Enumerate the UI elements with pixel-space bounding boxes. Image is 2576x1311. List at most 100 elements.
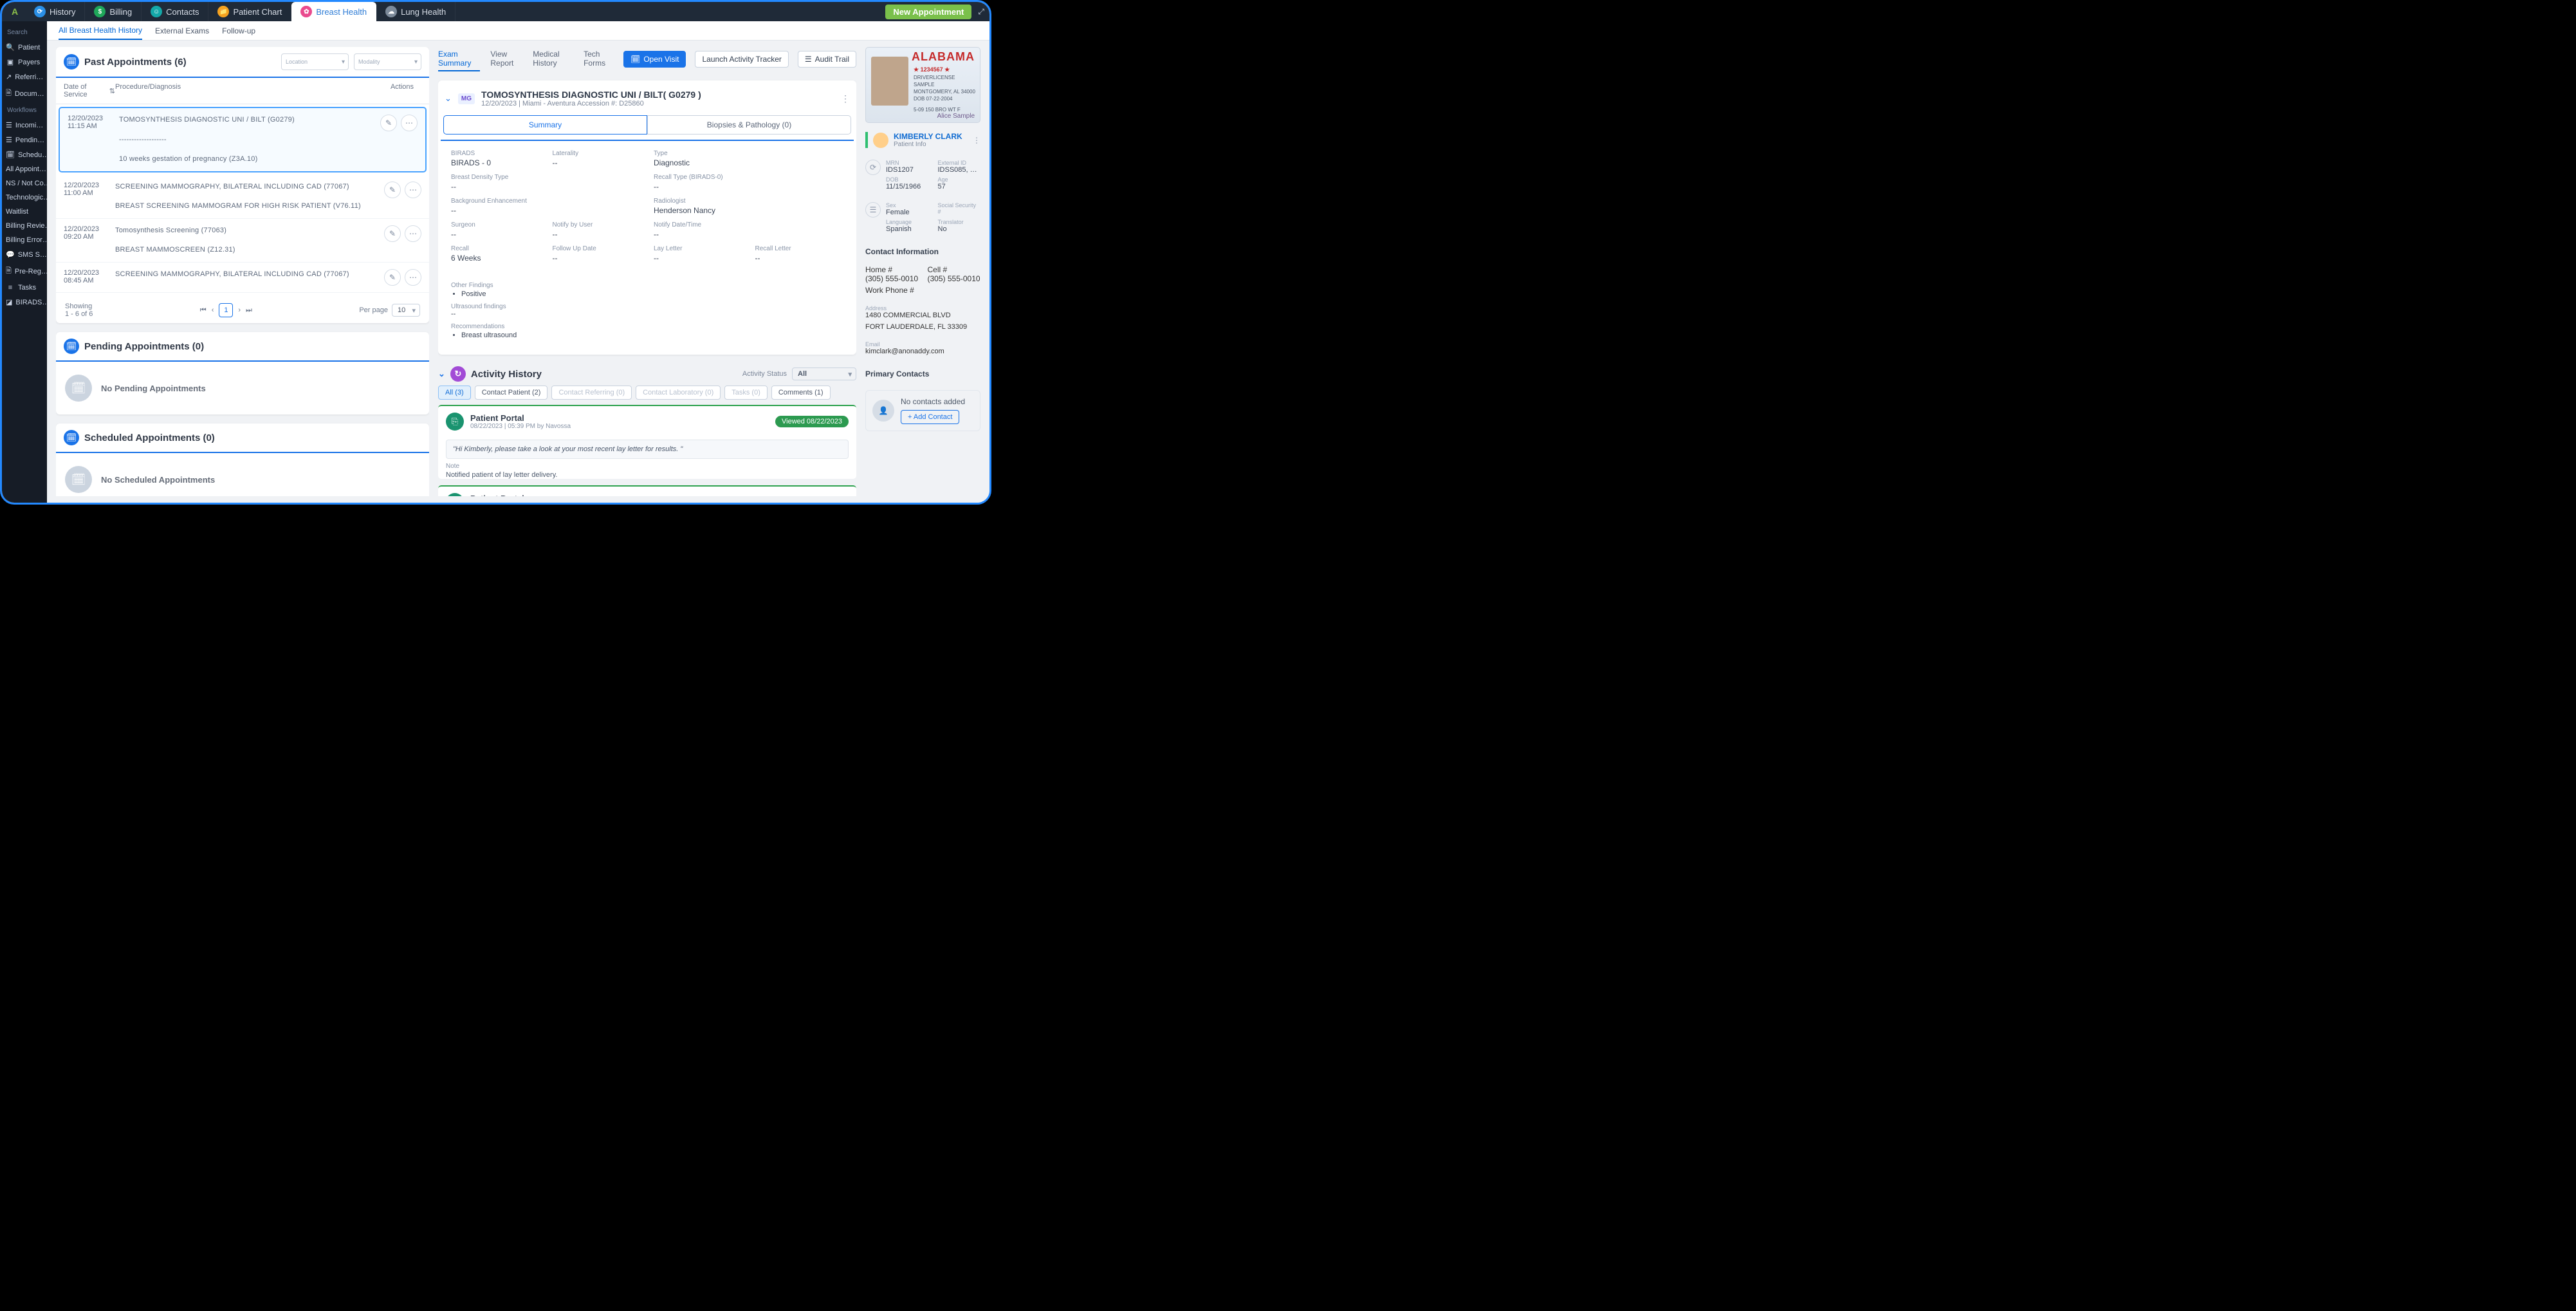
summary-field: Laterality-- [553, 150, 641, 167]
summary-field: BIRADSBIRADS - 0 [451, 150, 540, 167]
side-all-appoint[interactable]: All Appoint… [2, 162, 47, 176]
tab-exam-summary[interactable]: Exam Summary [438, 47, 480, 71]
showing-value: 1 - 6 of 6 [65, 310, 93, 318]
portal-icon: ⎘ [446, 493, 464, 496]
new-appointment-button[interactable]: New Appointment [885, 5, 971, 19]
edit-icon[interactable]: ✎ [380, 115, 397, 131]
activity-status-select[interactable]: All [792, 367, 856, 380]
seg-biopsies[interactable]: Biopsies & Pathology (0) [647, 115, 851, 135]
tab-history[interactable]: ⟳History [25, 2, 85, 21]
filter-modality[interactable]: Modality [354, 53, 421, 70]
side-sms[interactable]: 💬SMS S… [2, 247, 47, 262]
more-icon[interactable]: ⋯ [405, 181, 421, 198]
subtab-external-exams[interactable]: External Exams [155, 23, 209, 39]
side-incoming[interactable]: ☰Incomi… [2, 118, 47, 133]
activity-filter-pill: Contact Laboratory (0) [636, 386, 721, 400]
side-documents[interactable]: 🗎Docum… [2, 84, 47, 103]
add-contact-button[interactable]: + Add Contact [901, 410, 959, 424]
tab-breast-health[interactable]: ✿Breast Health [291, 2, 376, 21]
summary-field [755, 221, 844, 239]
more-icon[interactable]: ⋮ [841, 93, 850, 104]
more-icon[interactable]: ⋯ [405, 225, 421, 242]
calendar-grey-icon: 🗓 [65, 466, 92, 493]
side-tasks[interactable]: ≡Tasks [2, 281, 47, 295]
us-findings-val: -- [451, 310, 843, 318]
contact-card-icon: 👤 [872, 400, 894, 422]
patient-name[interactable]: KIMBERLY CLARK [894, 132, 968, 141]
side-billing-errors[interactable]: Billing Error… [2, 233, 47, 247]
subtab-all-history[interactable]: All Breast Health History [59, 22, 142, 40]
tab-tech-forms[interactable]: Tech Forms [584, 47, 614, 71]
more-icon[interactable]: ⋯ [405, 269, 421, 286]
activity-filter-pill[interactable]: All (3) [438, 386, 471, 400]
edit-icon[interactable]: ✎ [384, 269, 401, 286]
side-referring[interactable]: ↗Referri… [2, 70, 47, 84]
launch-activity-tracker-button[interactable]: Launch Activity Tracker [695, 51, 788, 68]
id-photo [871, 57, 908, 106]
more-icon[interactable]: ⋯ [401, 115, 418, 131]
seg-summary[interactable]: Summary [443, 115, 647, 135]
portal-icon: ⎘ [446, 413, 464, 431]
tab-billing[interactable]: $Billing [85, 2, 142, 21]
activity-filter-pill[interactable]: Contact Patient (2) [475, 386, 548, 400]
tab-contacts[interactable]: ☺Contacts [142, 2, 208, 21]
patient-field: Age57 [938, 176, 981, 191]
contacts-icon: ☺ [151, 6, 162, 17]
audit-trail-button[interactable]: ☰Audit Trail [798, 51, 856, 68]
patient-field: MRNIDS1207 [886, 160, 929, 174]
tab-medical-history[interactable]: Medical History [533, 47, 573, 71]
side-payers[interactable]: ▣Payers [2, 55, 47, 70]
side-tech[interactable]: Technologic… [2, 191, 47, 205]
side-schedule[interactable]: 🗓Schedu… [2, 147, 47, 162]
filter-location[interactable]: Location [281, 53, 349, 70]
th-actions: Actions [383, 83, 421, 98]
activity-quote: "Hi Kimberly, please take a look at your… [446, 440, 849, 459]
appointment-row[interactable]: 09/15/202111:00 AM SCREENING MAMMOGRAM (… [56, 293, 429, 298]
address-line2: FORT LAUDERDALE, FL 33309 [865, 323, 980, 331]
appointment-row[interactable]: 12/20/202308:45 AM SCREENING MAMMOGRAPHY… [56, 263, 429, 293]
us-findings-label: Ultrasound findings [451, 303, 843, 310]
tab-view-report[interactable]: View Report [490, 47, 522, 71]
side-billing-review[interactable]: Billing Revie… [2, 219, 47, 233]
page-next-icon[interactable]: › [238, 306, 241, 314]
side-pending[interactable]: ☰Pendin… [2, 133, 47, 147]
activity-item[interactable]: ⎘ Patient Portal08/18/2023 | 01:59 PM by… [438, 485, 856, 496]
appointment-row[interactable]: 12/20/202311:15 AM TOMOSYNTHESIS DIAGNOS… [59, 107, 427, 172]
tab-patient-chart[interactable]: 📁Patient Chart [208, 2, 291, 21]
app-logo: A [7, 4, 23, 19]
summary-field: Lay Letter-- [654, 245, 742, 263]
tab-lung-health[interactable]: ☁Lung Health [376, 2, 455, 21]
appointment-row[interactable]: 12/20/202311:00 AM SCREENING MAMMOGRAPHY… [56, 175, 429, 219]
address-label: Address [865, 305, 980, 311]
side-ns[interactable]: NS / Not Co… [2, 176, 47, 191]
th-procedure[interactable]: Procedure/Diagnosis [115, 83, 383, 98]
edit-icon[interactable]: ✎ [384, 225, 401, 242]
side-patient[interactable]: 🔍Patient [2, 40, 47, 55]
per-page-label: Per page [359, 306, 388, 314]
popout-icon[interactable]: ⤢ [978, 7, 984, 17]
collapse-icon[interactable]: ⌄ [445, 93, 452, 104]
summary-field: Recall Letter-- [755, 245, 844, 263]
collapse-icon[interactable]: ⌄ [438, 369, 445, 379]
page-first-icon[interactable]: ⏮ [200, 306, 207, 315]
activity-filter-pill[interactable]: Comments (1) [771, 386, 831, 400]
per-page-select[interactable]: 10 [392, 304, 420, 317]
page-prev-icon[interactable]: ‹ [212, 306, 214, 314]
subtab-followup[interactable]: Follow-up [222, 23, 255, 39]
edit-icon[interactable]: ✎ [384, 181, 401, 198]
activity-item[interactable]: ⎘ Patient Portal08/22/2023 | 05:39 PM by… [438, 405, 856, 479]
appointment-row[interactable]: 12/20/202309:20 AM Tomosynthesis Screeni… [56, 219, 429, 263]
side-waitlist[interactable]: Waitlist [2, 205, 47, 219]
more-icon[interactable]: ⋮ [973, 136, 980, 145]
scheduled-title: Scheduled Appointments (0) [84, 432, 421, 443]
page-current: 1 [219, 303, 233, 317]
page-last-icon[interactable]: ⏭ [246, 306, 252, 315]
th-date[interactable]: Date of Service⇅ [64, 83, 115, 98]
open-visit-button[interactable]: 🗓Open Visit [623, 51, 686, 68]
recs-label: Recommendations [451, 323, 843, 330]
summary-field: RadiologistHenderson Nancy [654, 198, 742, 215]
summary-field: Notify by User-- [553, 221, 641, 239]
side-birads[interactable]: ◪BIRADS… [2, 295, 47, 310]
summary-field [755, 150, 844, 167]
side-prereg[interactable]: 🗎Pre-Reg… [2, 262, 47, 281]
